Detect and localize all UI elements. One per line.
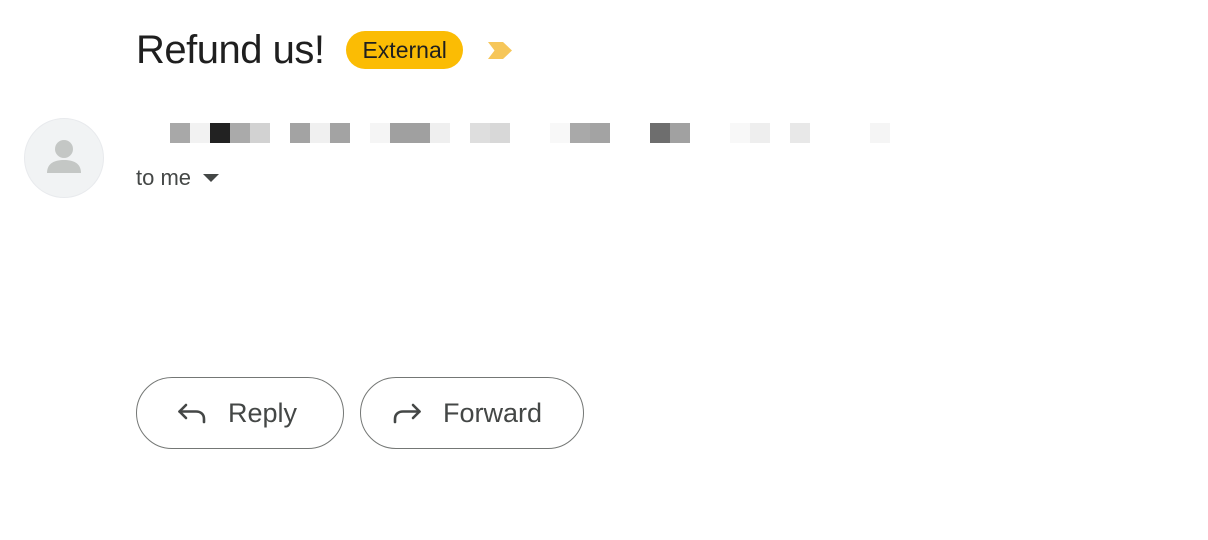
person-icon [47, 140, 81, 173]
redaction-pixel [510, 123, 530, 143]
redaction-pixel [550, 123, 570, 143]
redaction-pixel [570, 123, 590, 143]
redaction-pixel [470, 123, 490, 143]
redaction-pixel [450, 123, 470, 143]
redaction-pixel [190, 123, 210, 143]
redaction-pixel [230, 123, 250, 143]
redaction-pixel [410, 123, 430, 143]
redaction-pixel [630, 123, 650, 143]
email-subject: Refund us! [136, 28, 325, 72]
redaction-pixel [870, 123, 890, 143]
redaction-pixel [810, 123, 830, 143]
redaction-pixel [650, 123, 670, 143]
redaction-pixel [610, 123, 630, 143]
recipients-toggle[interactable]: to me [136, 164, 220, 192]
redaction-pixel [310, 123, 330, 143]
importance-marker-icon[interactable] [487, 40, 515, 60]
redaction-pixel [430, 123, 450, 143]
redaction-pixel [210, 123, 230, 143]
subject-row: Refund us! External [136, 24, 515, 76]
reply-label: Reply [228, 397, 298, 428]
caret-down-icon [203, 173, 220, 183]
recipients-text: to me [136, 165, 192, 190]
redaction-pixel [850, 123, 870, 143]
redaction-pixel [490, 123, 510, 143]
reply-button[interactable]: Reply [136, 377, 344, 449]
sender-name-redacted[interactable] [170, 123, 890, 143]
redaction-pixel [330, 123, 350, 143]
redaction-pixel [670, 123, 690, 143]
forward-label: Forward [443, 397, 543, 428]
forward-arrow-icon [390, 396, 424, 430]
redaction-pixel [390, 123, 410, 143]
redaction-pixel [170, 123, 190, 143]
redaction-pixel [270, 123, 290, 143]
redaction-pixel [750, 123, 770, 143]
redaction-pixel [710, 123, 730, 143]
redaction-pixel [830, 123, 850, 143]
sender-avatar[interactable] [24, 118, 104, 198]
redaction-pixel [690, 123, 710, 143]
redaction-pixel [350, 123, 370, 143]
redaction-pixel [370, 123, 390, 143]
redaction-pixel [790, 123, 810, 143]
reply-arrow-icon [175, 396, 209, 430]
redaction-pixel [290, 123, 310, 143]
message-actions: Reply Forward [136, 377, 584, 449]
external-label-badge[interactable]: External [346, 31, 463, 69]
redaction-pixel [530, 123, 550, 143]
redaction-pixel [730, 123, 750, 143]
forward-button[interactable]: Forward [360, 377, 584, 449]
redaction-pixel [590, 123, 610, 143]
redaction-pixel [250, 123, 270, 143]
redaction-pixel [770, 123, 790, 143]
